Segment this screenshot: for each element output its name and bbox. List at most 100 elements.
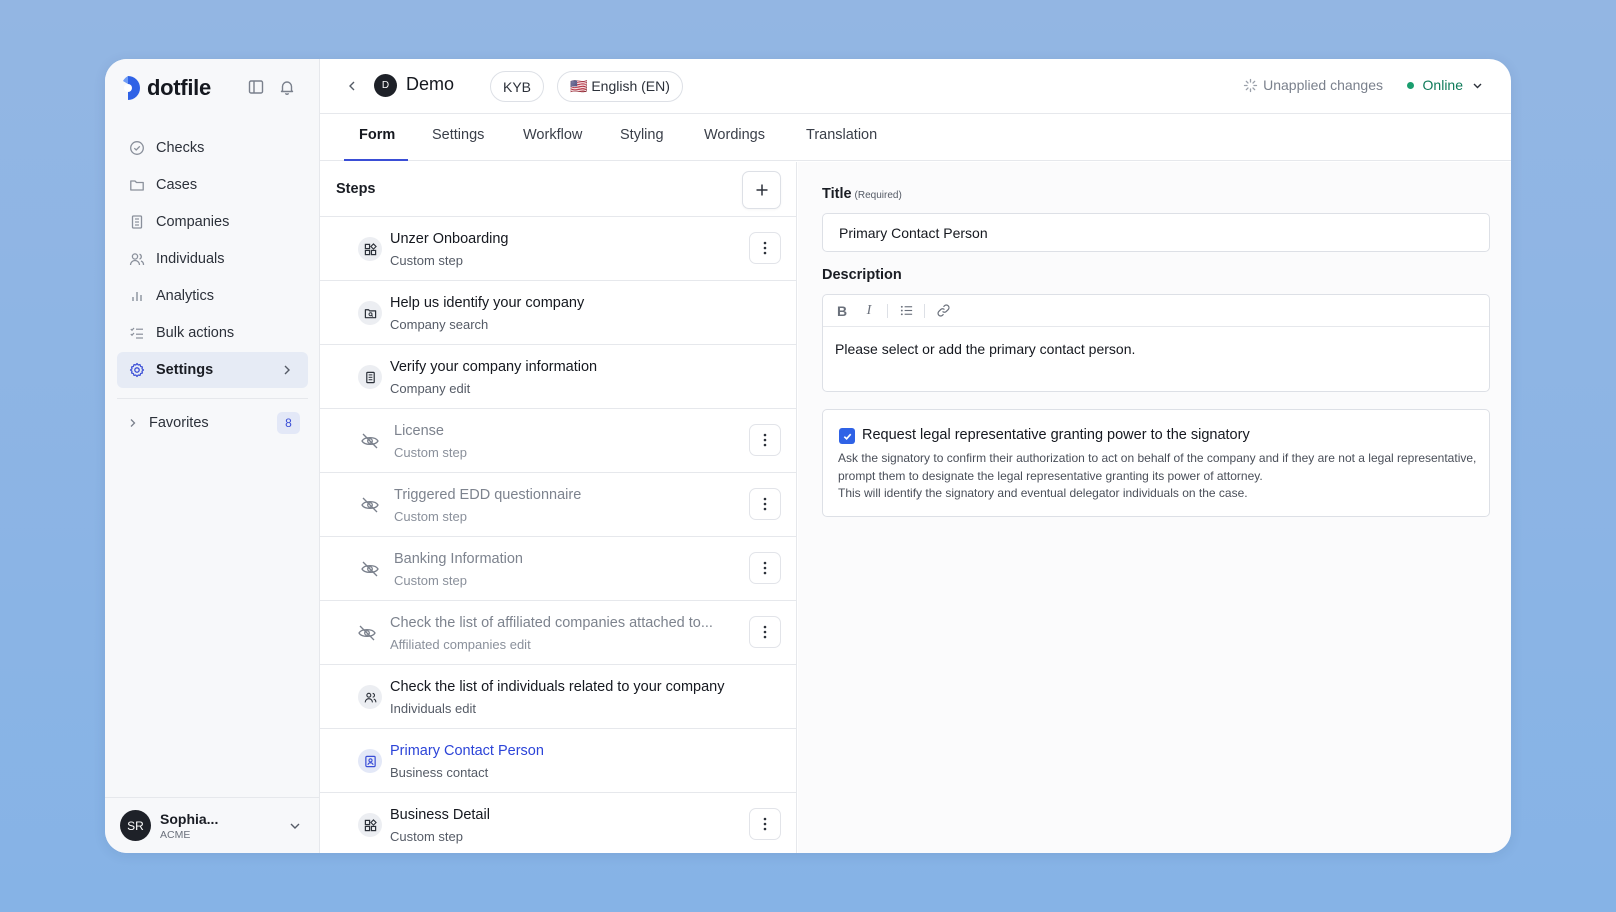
users-icon — [129, 251, 145, 267]
workflow-avatar: D — [374, 74, 397, 97]
title-label: Title (Required) — [822, 186, 902, 202]
tab-form[interactable]: Form — [359, 127, 395, 161]
tab-styling[interactable]: Styling — [620, 127, 664, 161]
bar-chart-icon — [129, 288, 145, 304]
nav-item-label: Analytics — [156, 288, 215, 304]
checkbox-description-line: This will identify the signatory and eve… — [838, 486, 1248, 500]
nav-item-companies[interactable]: Companies — [117, 204, 308, 240]
kyb-badge[interactable]: KYB — [490, 71, 545, 102]
step-item[interactable]: Check the list of affiliated companies a… — [320, 601, 796, 665]
more-vertical-icon — [763, 433, 767, 447]
step-item-selected[interactable]: Primary Contact Person Business contact — [320, 729, 796, 793]
unapplied-changes-status[interactable]: Unapplied changes — [1243, 77, 1383, 93]
custom-step-icon — [358, 813, 382, 837]
toolbar-divider — [924, 303, 925, 318]
online-status-dropdown[interactable]: Online — [1406, 77, 1484, 93]
step-menu-button[interactable] — [749, 232, 781, 264]
step-type: Company edit — [390, 381, 471, 396]
step-title: Verify your company information — [390, 359, 598, 375]
app-window: dotfile Checks Cases Companies Individua… — [105, 59, 1511, 853]
back-chevron-icon[interactable] — [345, 79, 359, 93]
brand-logo[interactable]: dotfile — [119, 72, 211, 104]
legal-representative-checkbox[interactable] — [839, 428, 855, 444]
add-step-button[interactable] — [742, 171, 781, 209]
nav-item-label: Companies — [156, 214, 230, 230]
dotfile-logo-icon — [123, 76, 140, 100]
title-input[interactable]: Primary Contact Person — [822, 213, 1490, 252]
step-menu-button[interactable] — [749, 488, 781, 520]
bell-icon[interactable] — [278, 78, 296, 96]
nav-item-settings[interactable]: Settings — [117, 352, 308, 388]
more-vertical-icon — [763, 817, 767, 831]
step-title: Check the list of individuals related to… — [390, 679, 725, 695]
nav-divider — [117, 398, 308, 399]
steps-panel: Steps Unzer Onboarding Custom step Help … — [320, 162, 797, 853]
nav-item-individuals[interactable]: Individuals — [117, 241, 308, 277]
step-type: Custom step — [390, 253, 463, 268]
step-item[interactable]: Triggered EDD questionnaire Custom step — [320, 473, 796, 537]
custom-step-icon — [358, 237, 382, 261]
chevron-right-icon — [284, 365, 290, 375]
checkmark-icon — [843, 433, 851, 440]
step-title: Unzer Onboarding — [390, 231, 509, 247]
favorites-section[interactable]: Favorites 8 — [117, 409, 308, 437]
step-title: Banking Information — [394, 551, 523, 567]
step-item[interactable]: License Custom step — [320, 409, 796, 473]
step-item[interactable]: Verify your company information Company … — [320, 345, 796, 409]
step-menu-button[interactable] — [749, 808, 781, 840]
link-icon[interactable] — [934, 302, 952, 320]
step-menu-button[interactable] — [749, 424, 781, 456]
nav-item-checks[interactable]: Checks — [117, 130, 308, 166]
brand-name: dotfile — [147, 75, 211, 100]
bold-button[interactable]: B — [833, 302, 851, 320]
step-item[interactable]: Check the list of individuals related to… — [320, 665, 796, 729]
step-menu-button[interactable] — [749, 616, 781, 648]
users-icon — [358, 685, 382, 709]
toolbar-divider — [887, 303, 888, 318]
step-item[interactable]: Unzer Onboarding Custom step — [320, 217, 796, 281]
chevron-down-icon — [290, 823, 300, 829]
user-menu[interactable]: SR Sophia... ACME — [105, 797, 320, 853]
more-vertical-icon — [763, 625, 767, 639]
tab-workflow[interactable]: Workflow — [523, 127, 582, 161]
page-title: Demo — [406, 74, 455, 94]
step-item[interactable]: Business Detail Custom step — [320, 793, 796, 853]
tab-settings[interactable]: Settings — [432, 127, 484, 161]
more-vertical-icon — [763, 241, 767, 255]
building-icon — [358, 365, 382, 389]
step-type: Custom step — [394, 573, 467, 588]
step-type: Custom step — [390, 829, 463, 844]
user-name: Sophia... — [160, 810, 219, 827]
loader-icon — [1243, 78, 1258, 93]
tab-wordings[interactable]: Wordings — [704, 127, 765, 161]
nav-item-bulk-actions[interactable]: Bulk actions — [117, 315, 308, 351]
nav-item-cases[interactable]: Cases — [117, 167, 308, 203]
active-tab-indicator — [344, 159, 408, 161]
nav-item-analytics[interactable]: Analytics — [117, 278, 308, 314]
step-item[interactable]: Help us identify your company Company se… — [320, 281, 796, 345]
tab-bar: Form Settings Workflow Styling Wordings … — [320, 115, 1511, 161]
unapplied-changes-label: Unapplied changes — [1263, 77, 1383, 93]
step-item[interactable]: Banking Information Custom step — [320, 537, 796, 601]
description-text[interactable]: Please select or add the primary contact… — [823, 327, 1489, 371]
checkbox-title[interactable]: Request legal representative granting po… — [862, 427, 1250, 443]
step-title: License — [394, 423, 444, 439]
sidebar-toggle-icon[interactable] — [247, 78, 265, 96]
step-type: Custom step — [394, 509, 467, 524]
eye-off-icon — [358, 557, 382, 581]
eye-off-icon — [355, 621, 379, 645]
folder-icon — [129, 177, 145, 193]
chevron-down-icon — [1471, 79, 1484, 92]
tab-translation[interactable]: Translation — [806, 127, 877, 161]
step-menu-button[interactable] — [749, 552, 781, 584]
nav-item-label: Checks — [156, 140, 205, 156]
language-selector[interactable]: 🇺🇸 English (EN) — [557, 71, 683, 102]
bullet-list-icon[interactable] — [897, 302, 915, 320]
check-circle-icon — [129, 140, 145, 156]
nav-item-label: Individuals — [156, 251, 225, 267]
eye-off-icon — [358, 493, 382, 517]
step-title: Help us identify your company — [390, 295, 585, 311]
title-label-text: Title — [822, 186, 852, 202]
list-check-icon — [129, 325, 145, 341]
italic-button[interactable]: I — [860, 302, 878, 320]
